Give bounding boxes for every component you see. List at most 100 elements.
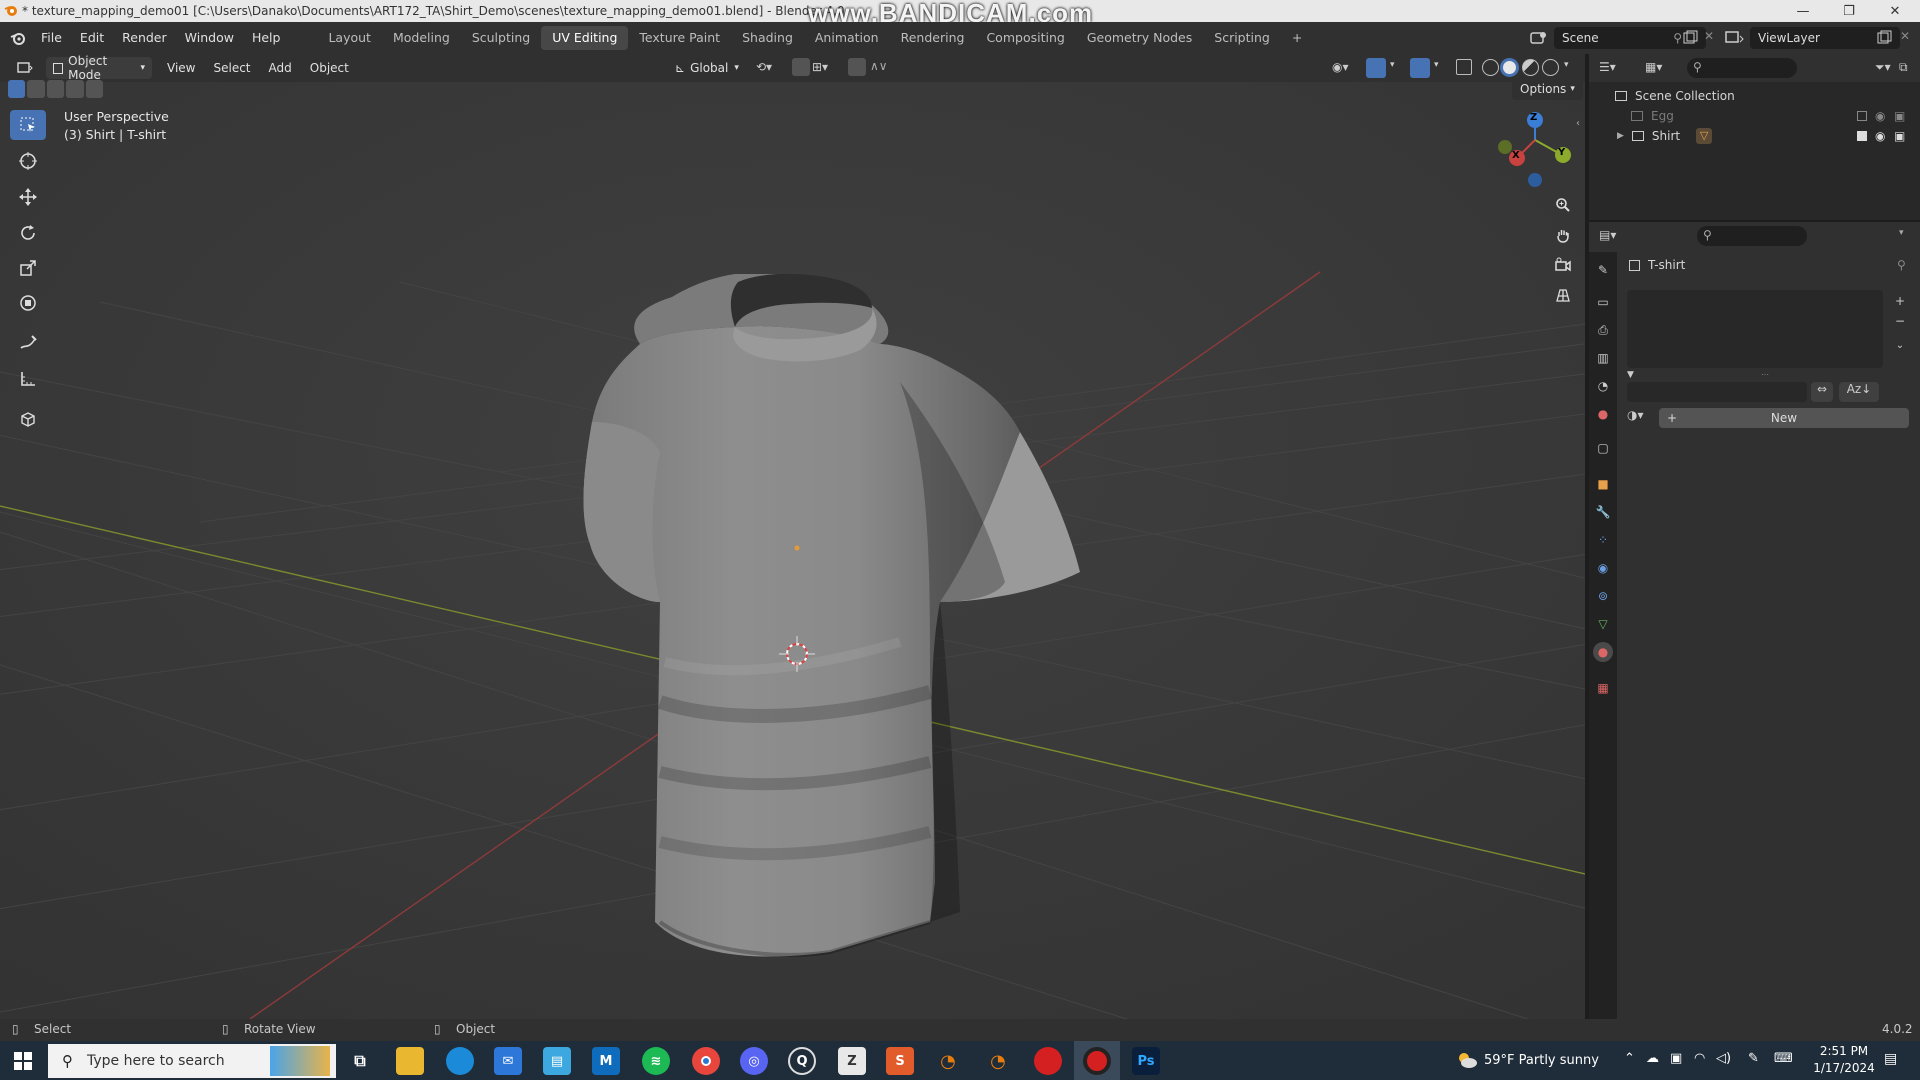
add-workspace-icon[interactable]: + [1281, 26, 1313, 50]
material-shading-icon[interactable] [1522, 59, 1539, 76]
chevron-down-icon[interactable]: ▾ [1434, 60, 1439, 70]
overlay-toggle-icon[interactable] [1410, 58, 1430, 78]
outliner-search-input[interactable]: ⚲ [1687, 58, 1797, 78]
blender-taskbar-icon-2[interactable]: ◔ [984, 1047, 1012, 1075]
material-tab-icon[interactable]: ● [1593, 642, 1613, 662]
mesh-data-icon[interactable]: ▽ [1696, 128, 1713, 144]
mode-dropdown[interactable]: Object Mode ▾ [46, 54, 152, 82]
tab-texture-paint[interactable]: Texture Paint [628, 26, 731, 50]
list-expand-icon[interactable]: ▼ [1627, 370, 1637, 380]
perspective-toggle-icon[interactable] [1550, 282, 1576, 308]
view-layer-tab-icon[interactable]: ▥ [1593, 348, 1613, 368]
app-circle-icon[interactable]: Q [788, 1047, 816, 1075]
exclude-checkbox[interactable] [1857, 111, 1867, 121]
3d-viewport[interactable]: Z X Y User Perspective (3) Shirt | T-shi… [0, 82, 1585, 1019]
chevron-down-icon[interactable]: ▾ [1899, 228, 1904, 238]
weather-text[interactable]: 59°F Partly sunny [1484, 1053, 1599, 1068]
discord-icon[interactable]: ◎ [740, 1047, 768, 1075]
remove-slot-icon[interactable]: − [1891, 314, 1909, 332]
select-intersect-icon[interactable] [85, 80, 104, 98]
tab-compositing[interactable]: Compositing [975, 26, 1075, 50]
outliner-row-shirt[interactable]: ▶ Shirt ▽ ◉ ▣ [1589, 126, 1920, 146]
chevron-down-icon[interactable]: ▾ [1564, 60, 1569, 70]
select-subtract-icon[interactable] [46, 80, 65, 98]
substance-icon[interactable]: S [886, 1047, 914, 1075]
mail-icon[interactable]: ✉ [494, 1047, 522, 1075]
resize-handle-icon[interactable]: ⋯ [1761, 370, 1769, 379]
cursor-tool[interactable] [10, 146, 46, 176]
file-explorer-icon[interactable] [396, 1047, 424, 1075]
particles-tab-icon[interactable]: ⁘ [1593, 530, 1613, 550]
menu-object[interactable]: Object [301, 61, 358, 75]
edge-browser-icon[interactable] [446, 1047, 474, 1075]
clock-date[interactable]: 1/17/2024 [1810, 1061, 1878, 1075]
tab-modeling[interactable]: Modeling [382, 26, 461, 50]
camera-view-icon[interactable] [1550, 252, 1576, 278]
editor-type-icon[interactable] [10, 57, 42, 79]
clock-time[interactable]: 2:51 PM [1814, 1044, 1874, 1058]
pin-icon[interactable]: ⚲ [1897, 258, 1906, 272]
measure-tool[interactable] [10, 364, 46, 394]
tab-shading[interactable]: Shading [731, 26, 804, 50]
snap-target-icon[interactable]: ⊞▾ [812, 60, 828, 74]
output-tab-icon[interactable]: ⎙ [1593, 320, 1613, 340]
chrome-icon[interactable] [692, 1047, 720, 1075]
constraints-tab-icon[interactable]: ⊚ [1593, 586, 1613, 606]
snap-toggle-icon[interactable] [792, 58, 810, 76]
select-extend-icon[interactable] [27, 80, 45, 98]
xray-toggle-icon[interactable] [1456, 59, 1472, 75]
add-slot-icon[interactable]: + [1891, 294, 1909, 312]
properties-search-input[interactable]: ⚲ [1697, 226, 1807, 246]
exclude-checkbox[interactable] [1857, 131, 1867, 141]
transform-orientation-dropdown[interactable]: ⊾ Global ▾ [668, 57, 746, 79]
eye-icon[interactable]: ◉ [1875, 129, 1885, 143]
material-slots-list[interactable] [1627, 290, 1883, 368]
proportional-edit-icon[interactable] [848, 58, 866, 76]
sort-alpha-icon[interactable]: Az↓ [1839, 382, 1879, 402]
solid-shading-icon[interactable] [1500, 58, 1519, 77]
zoom-icon[interactable] [1550, 192, 1576, 218]
select-invert-icon[interactable] [66, 80, 84, 98]
camera-icon[interactable]: ▣ [1894, 109, 1905, 123]
menu-window[interactable]: Window [176, 22, 243, 54]
notifications-icon[interactable]: ▤ [1884, 1051, 1897, 1067]
volume-icon[interactable]: ◁) [1716, 1051, 1731, 1066]
tab-animation[interactable]: Animation [804, 26, 890, 50]
chevron-down-icon[interactable]: ▾ [1390, 60, 1395, 70]
close-button[interactable]: ✕ [1872, 0, 1918, 22]
tool-tab-icon[interactable]: ✎ [1593, 260, 1613, 280]
slot-menu-icon[interactable]: ⌄ [1891, 340, 1909, 358]
browse-material-icon[interactable]: ◑▾ [1627, 408, 1655, 428]
display-mode-icon[interactable]: ▦▾ [1645, 60, 1662, 74]
bandicam-taskbar-active[interactable] [1074, 1041, 1120, 1080]
outliner-row-egg[interactable]: Egg ◉ ▣ [1589, 106, 1920, 126]
pivot-point-icon[interactable]: ⟲▾ [756, 60, 772, 74]
annotate-tool[interactable] [10, 328, 46, 358]
object-tab-icon[interactable]: ■ [1593, 474, 1613, 494]
menu-help[interactable]: Help [243, 22, 290, 54]
options-dropdown[interactable]: Options ▾ [1512, 82, 1583, 100]
blender-taskbar-icon[interactable]: ◔ [934, 1047, 962, 1075]
tray-app-icon[interactable]: ▣ [1670, 1051, 1682, 1066]
move-tool[interactable] [10, 182, 46, 212]
restore-button[interactable]: ❐ [1826, 0, 1872, 22]
eye-icon[interactable]: ◉ [1875, 109, 1885, 123]
camera-icon[interactable]: ▣ [1894, 129, 1905, 143]
add-cube-tool[interactable] [10, 404, 46, 434]
photoshop-icon[interactable]: Ps [1132, 1047, 1160, 1075]
tab-layout[interactable]: Layout [317, 26, 382, 50]
gizmo-toggle-icon[interactable] [1366, 58, 1386, 78]
minimize-button[interactable]: — [1780, 0, 1826, 22]
falloff-icon[interactable]: ∧∨ [870, 59, 888, 73]
menu-select[interactable]: Select [204, 61, 259, 75]
windows-start-icon[interactable] [14, 1052, 32, 1070]
new-viewlayer-icon[interactable] [1876, 30, 1892, 49]
sidebar-toggle-icon[interactable]: ‹ [1576, 118, 1580, 129]
taskbar-search-input[interactable]: ⚲ Type here to search [48, 1044, 336, 1078]
tab-uv-editing[interactable]: UV Editing [541, 26, 629, 50]
menu-view[interactable]: View [158, 61, 204, 75]
texture-tab-icon[interactable]: ▦ [1593, 678, 1613, 698]
onedrive-icon[interactable]: ☁ [1646, 1051, 1659, 1066]
keyboard-icon[interactable]: ⌨ [1774, 1051, 1793, 1066]
tab-geometry-nodes[interactable]: Geometry Nodes [1076, 26, 1203, 50]
